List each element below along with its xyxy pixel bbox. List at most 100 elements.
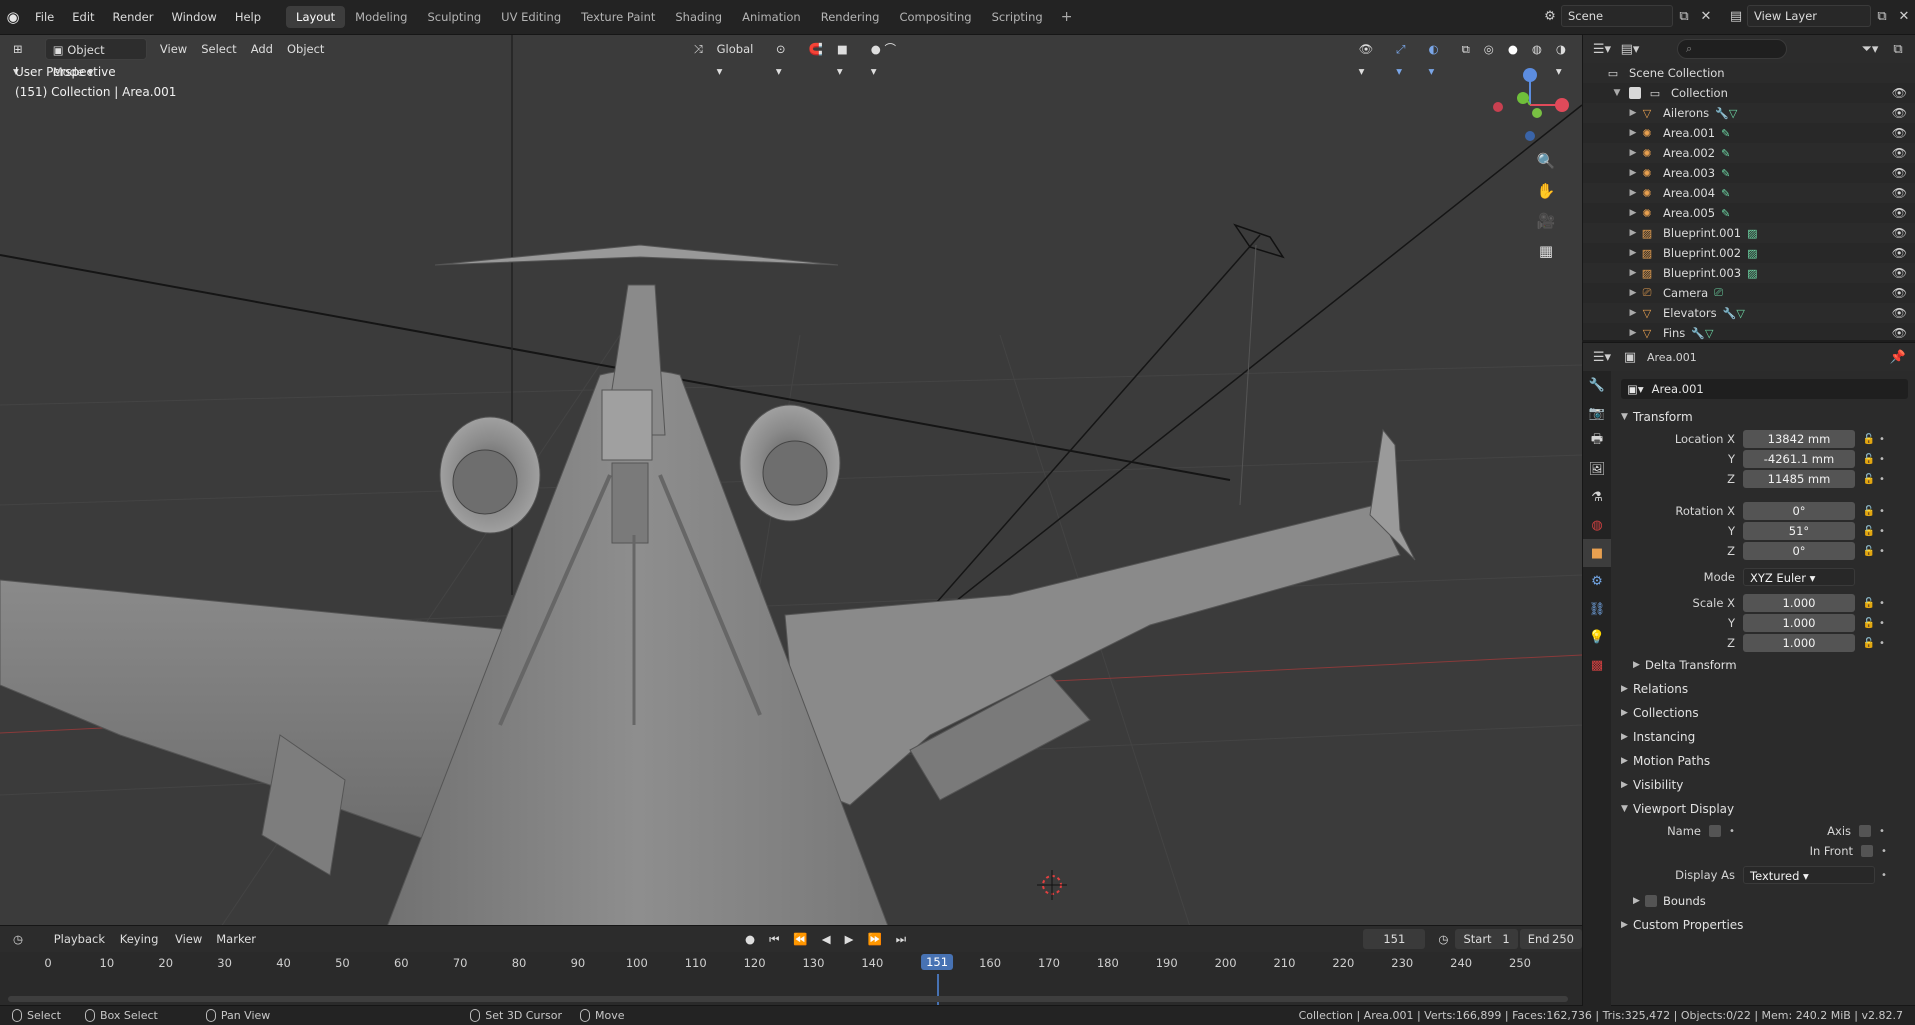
eye-icon[interactable]: 👁 bbox=[1892, 126, 1907, 140]
lock-icon[interactable]: 🔓 bbox=[1861, 454, 1877, 465]
panel-header-instancing[interactable]: ▶ Instancing bbox=[1611, 725, 1915, 749]
timeline-editor-type-button[interactable]: ◷ ▾ bbox=[6, 928, 37, 968]
play-reverse-icon[interactable]: ◀ bbox=[815, 928, 838, 950]
expand-arrow-icon[interactable]: ▶ bbox=[1627, 168, 1639, 178]
keyframe-dot-icon[interactable]: • bbox=[1729, 826, 1739, 837]
lock-icon[interactable]: 🔓 bbox=[1861, 474, 1877, 485]
play-icon[interactable]: ▶ bbox=[838, 928, 861, 950]
menu-playback[interactable]: Playback ▾ bbox=[47, 928, 113, 968]
jump-key-forward-icon[interactable]: ⏩ bbox=[860, 928, 888, 950]
eye-icon[interactable]: 👁 bbox=[1892, 186, 1907, 200]
timeline-ruler[interactable]: 0102030405060708090100110120130140150160… bbox=[0, 952, 1582, 974]
rotation-z-field[interactable]: 0° bbox=[1743, 542, 1855, 560]
display-as-dropdown[interactable]: Textured ▾ bbox=[1743, 866, 1875, 884]
menu-edit[interactable]: Edit bbox=[63, 10, 103, 24]
keyframe-dot-icon[interactable]: • bbox=[1879, 638, 1889, 649]
location-y-field[interactable]: -4261.1 mm bbox=[1743, 450, 1855, 468]
menu-window[interactable]: Window bbox=[162, 10, 225, 24]
tool-tab-icon[interactable]: 🔧 bbox=[1583, 371, 1611, 399]
outliner-item[interactable]: ▶ ⎚ Camera ⎚ 👁 bbox=[1583, 283, 1915, 303]
outliner-item[interactable]: ▶ ✺ Area.004 ✎ 👁 bbox=[1583, 183, 1915, 203]
eye-icon[interactable]: 👁 bbox=[1892, 306, 1907, 320]
expand-arrow-icon[interactable]: ▶ bbox=[1627, 248, 1639, 258]
menu-help[interactable]: Help bbox=[226, 10, 270, 24]
xray-icon[interactable]: ⧉ bbox=[1455, 38, 1477, 60]
collection-checkbox[interactable] bbox=[1629, 87, 1641, 99]
keyframe-dot-icon[interactable]: • bbox=[1879, 434, 1889, 445]
light-data-tab-icon[interactable]: 💡 bbox=[1583, 623, 1611, 651]
editor-type-button[interactable]: ⊞ ▾ bbox=[6, 38, 39, 78]
expand-arrow-icon[interactable]: ▶ bbox=[1627, 188, 1639, 198]
scene-icon[interactable]: ⚙ bbox=[1539, 5, 1561, 27]
bounds-header[interactable]: ▶ Bounds bbox=[1611, 889, 1915, 913]
jump-end-icon[interactable]: ⏭ bbox=[889, 928, 913, 950]
view-layer-selector[interactable]: View Layer bbox=[1747, 5, 1871, 27]
scale-z-field[interactable]: 1.000 bbox=[1743, 634, 1855, 652]
menu-object[interactable]: Object bbox=[280, 38, 331, 60]
panel-header-visibility[interactable]: ▶ Visibility bbox=[1611, 773, 1915, 797]
keyframe-dot-icon[interactable]: • bbox=[1879, 546, 1889, 557]
object-tab-icon[interactable]: ■ bbox=[1583, 539, 1611, 567]
render-tab-icon[interactable]: 📷 bbox=[1583, 399, 1611, 427]
view-layer-icon[interactable]: ▤ bbox=[1725, 5, 1747, 27]
show-axis-checkbox[interactable] bbox=[1859, 825, 1871, 837]
texture-tab-icon[interactable]: ▩ bbox=[1583, 651, 1611, 679]
object-data-icon[interactable]: 🔧▽ bbox=[1723, 307, 1745, 320]
solid-shading-icon[interactable]: ● bbox=[1501, 38, 1525, 60]
tab-scripting[interactable]: Scripting bbox=[982, 6, 1053, 28]
mode-dropdown[interactable]: ▣ Object Mode ▾ bbox=[44, 38, 147, 79]
viewport-display-header[interactable]: ▼ Viewport Display bbox=[1611, 797, 1915, 821]
location-x-field[interactable]: 13842 mm bbox=[1743, 430, 1855, 448]
use-preview-range-icon[interactable]: ◷ bbox=[1431, 928, 1455, 950]
show-name-checkbox[interactable] bbox=[1709, 825, 1721, 837]
rendered-shading-icon[interactable]: ◑ ▾ bbox=[1549, 38, 1582, 78]
display-mode-icon[interactable]: ▤▾ bbox=[1619, 38, 1641, 60]
proportional-edit-icon[interactable]: ● ⌒ ▾ bbox=[864, 38, 912, 78]
outliner-item[interactable]: ▶ ✺ Area.003 ✎ 👁 bbox=[1583, 163, 1915, 183]
3d-viewport[interactable]: ⊞ ▾ ▣ Object Mode ▾ View Select Add Obje… bbox=[0, 35, 1582, 958]
material-shading-icon[interactable]: ◍ bbox=[1525, 38, 1549, 60]
expand-arrow-icon[interactable]: ▶ bbox=[1627, 128, 1639, 138]
remove-scene-icon[interactable]: ✕ bbox=[1695, 5, 1717, 27]
outliner-editor-type-icon[interactable]: ☰▾ bbox=[1591, 38, 1613, 60]
current-frame-field[interactable]: 151 bbox=[1363, 929, 1426, 949]
eye-icon[interactable]: 👁 bbox=[1892, 326, 1907, 340]
eye-icon[interactable]: 👁 bbox=[1892, 86, 1907, 100]
in-front-checkbox[interactable] bbox=[1861, 845, 1873, 857]
tab-rendering[interactable]: Rendering bbox=[811, 6, 890, 28]
object-data-icon[interactable]: ✎ bbox=[1721, 147, 1730, 160]
orientation-icon[interactable]: ⤨ bbox=[686, 38, 709, 60]
tab-uv-editing[interactable]: UV Editing bbox=[491, 6, 571, 28]
jump-start-icon[interactable]: ⏮ bbox=[762, 928, 786, 950]
eye-icon[interactable]: 👁 bbox=[1892, 266, 1907, 280]
lock-icon[interactable]: 🔓 bbox=[1861, 598, 1877, 609]
keyframe-dot-icon[interactable]: • bbox=[1881, 846, 1891, 857]
menu-keying[interactable]: Keying ▾ bbox=[113, 928, 168, 968]
menu-select[interactable]: Select bbox=[194, 38, 243, 60]
properties-editor-type-icon[interactable]: ☰▾ bbox=[1591, 346, 1613, 368]
eye-icon[interactable]: 👁 bbox=[1892, 246, 1907, 260]
tab-shading[interactable]: Shading bbox=[665, 6, 732, 28]
lock-icon[interactable]: 🔓 bbox=[1861, 546, 1877, 557]
snap-target-icon[interactable]: ■ ▾ bbox=[830, 38, 864, 78]
new-scene-icon[interactable]: ⧉ bbox=[1673, 5, 1695, 27]
rotation-mode-dropdown[interactable]: XYZ Euler ▾ bbox=[1743, 568, 1855, 586]
rotation-y-field[interactable]: 51° bbox=[1743, 522, 1855, 540]
tab-compositing[interactable]: Compositing bbox=[889, 6, 981, 28]
expand-arrow-icon[interactable]: ▶ bbox=[1627, 328, 1639, 338]
expand-arrow-icon[interactable]: ▶ bbox=[1627, 308, 1639, 318]
start-frame-field[interactable]: Start 1 bbox=[1455, 929, 1518, 949]
orientation-dropdown[interactable]: Global ▾ bbox=[710, 38, 769, 78]
expand-arrow-icon[interactable]: ▶ bbox=[1627, 208, 1639, 218]
object-data-icon[interactable]: ✎ bbox=[1721, 207, 1730, 220]
expand-arrow-icon[interactable]: ▶ bbox=[1627, 108, 1639, 118]
eye-icon[interactable]: 👁 bbox=[1892, 146, 1907, 160]
eye-icon[interactable]: 👁 bbox=[1892, 286, 1907, 300]
pivot-icon[interactable]: ⊙ ▾ bbox=[769, 38, 802, 78]
menu-marker[interactable]: Marker bbox=[209, 928, 263, 950]
object-data-icon[interactable]: ✎ bbox=[1721, 127, 1730, 140]
expand-arrow-icon[interactable]: ▶ bbox=[1627, 268, 1639, 278]
keyframe-dot-icon[interactable]: • bbox=[1879, 618, 1889, 629]
object-data-icon[interactable]: ▨ bbox=[1747, 247, 1757, 260]
gizmo-toggle-icon[interactable]: ⤢ ▾ bbox=[1389, 38, 1421, 78]
